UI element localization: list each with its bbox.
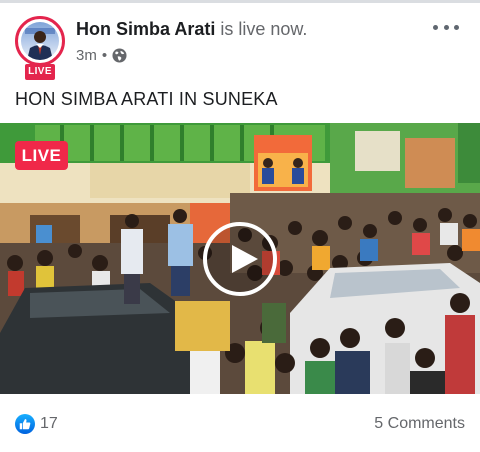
top-divider [0,0,480,3]
like-icon[interactable] [15,414,35,434]
avatar-photo [21,22,59,60]
more-options-button[interactable] [433,18,459,36]
play-button[interactable] [203,222,277,296]
avatar-live-badge: LIVE [25,64,55,80]
meta-separator: • [101,47,108,64]
post-meta: 3m • [76,47,127,64]
post-timestamp[interactable]: 3m [76,47,97,64]
play-icon [232,245,258,273]
more-dot-icon [454,24,459,30]
reaction-count[interactable]: 17 [40,415,58,433]
avatar-live-ring [15,16,65,66]
comments-link[interactable]: 5 Comments [374,415,465,433]
live-video-player[interactable]: LIVE [0,123,480,394]
more-dot-icon [443,24,449,30]
live-badge: LIVE [15,141,68,170]
post-header: Hon Simba Arati is live now. [76,19,307,40]
globe-icon [112,48,127,63]
author-name[interactable]: Hon Simba Arati [76,19,215,39]
post-footer: 17 5 Comments [0,406,480,440]
post-caption: HON SIMBA ARATI IN SUNEKA [15,89,278,109]
avatar[interactable]: LIVE [15,16,65,82]
more-dot-icon [433,24,438,30]
live-status-text: is live now. [220,19,308,39]
